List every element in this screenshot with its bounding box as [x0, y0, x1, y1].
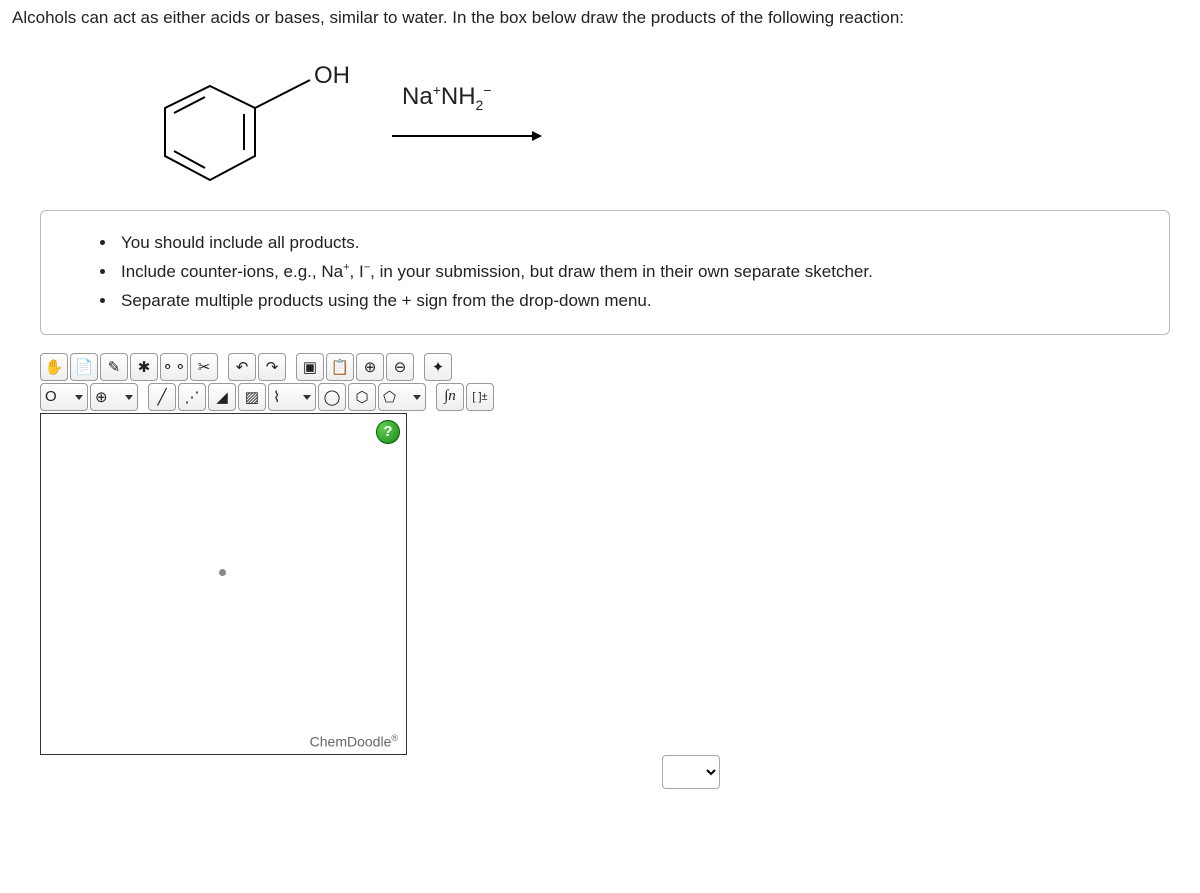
instruction-item: You should include all products.: [117, 229, 1145, 258]
chemdoodle-sketcher: ✋ 📄 ✎ ✱ ⚬⚬ ✂ ↶ ↷ ▣ 📋 ⊕ ⊖ ✦ O ⊕ ╱ ⋰ ◢ ▨ ⌇…: [40, 353, 700, 789]
toolbar-row-2: O ⊕ ╱ ⋰ ◢ ▨ ⌇ ◯ ⬡ ⬠ ∫n [ ]±: [40, 383, 700, 411]
lewis-dots-icon[interactable]: ⚬⚬: [160, 353, 188, 381]
instruction-item: Separate multiple products using the + s…: [117, 287, 1145, 316]
document-icon[interactable]: 📄: [70, 353, 98, 381]
instructions-list: You should include all products. Include…: [95, 229, 1145, 316]
reagent-label: Na+NH2−: [402, 82, 492, 113]
hash-bond-icon[interactable]: ▨: [238, 383, 266, 411]
center-icon[interactable]: ✱: [130, 353, 158, 381]
instruction-item: Include counter-ions, e.g., Na+, I−, in …: [117, 258, 1145, 287]
dashed-bond-icon[interactable]: ⋰: [178, 383, 206, 411]
instructions-box: You should include all products. Include…: [40, 210, 1170, 335]
reaction-scheme: OH Na+NH2−: [12, 34, 1188, 204]
wedge-bond-icon[interactable]: ◢: [208, 383, 236, 411]
undo-icon[interactable]: ↶: [228, 353, 256, 381]
cut-icon[interactable]: ✂: [190, 353, 218, 381]
wavy-bond-dropdown[interactable]: ⌇: [268, 383, 316, 411]
reaction-arrow: [392, 126, 542, 146]
zoom-in-icon[interactable]: ⊕: [356, 353, 384, 381]
paste-icon[interactable]: 📋: [326, 353, 354, 381]
chemdoodle-brand: ChemDoodle®: [310, 733, 398, 750]
redo-icon[interactable]: ↷: [258, 353, 286, 381]
benzyl-alcohol-structure: [160, 76, 330, 206]
benzene-ring-icon[interactable]: ⬡: [348, 383, 376, 411]
chain-tool-icon[interactable]: ∫n: [436, 383, 464, 411]
atom-select-dropdown[interactable]: O: [40, 383, 88, 411]
charge-select-dropdown[interactable]: ⊕: [90, 383, 138, 411]
zoom-out-icon[interactable]: ⊖: [386, 353, 414, 381]
bracket-tool-icon[interactable]: [ ]±: [466, 383, 494, 411]
canvas-center-dot: [219, 569, 226, 576]
cyclohexane-ring-icon[interactable]: ◯: [318, 383, 346, 411]
drawing-canvas[interactable]: ? ChemDoodle®: [40, 413, 407, 755]
toolbar-row-1: ✋ 📄 ✎ ✱ ⚬⚬ ✂ ↶ ↷ ▣ 📋 ⊕ ⊖ ✦: [40, 353, 700, 381]
single-bond-icon[interactable]: ╱: [148, 383, 176, 411]
settings-icon[interactable]: ✦: [424, 353, 452, 381]
3d-view-icon[interactable]: ▣: [296, 353, 324, 381]
oh-label: OH: [314, 62, 350, 90]
hand-tool-icon[interactable]: ✋: [40, 353, 68, 381]
erase-icon[interactable]: ✎: [100, 353, 128, 381]
multi-sketcher-select[interactable]: [662, 755, 720, 789]
question-text: Alcohols can act as either acids or base…: [12, 8, 1188, 28]
ring-dropdown[interactable]: ⬠: [378, 383, 426, 411]
help-icon[interactable]: ?: [376, 420, 400, 444]
